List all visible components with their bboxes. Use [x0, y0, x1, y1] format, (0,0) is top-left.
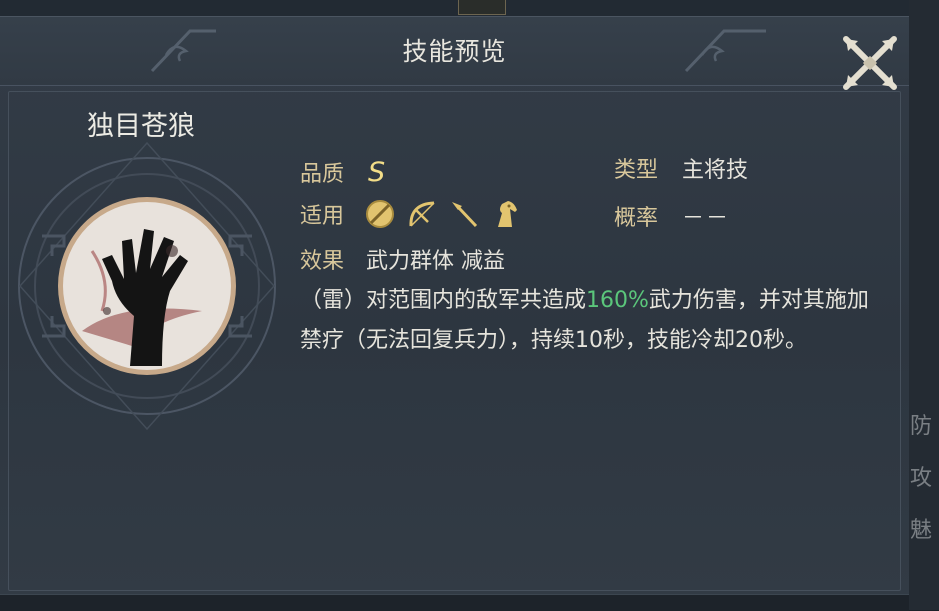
shield-icon — [366, 200, 395, 228]
description-text: （雷）对范围内的敌军共造成 — [300, 288, 587, 313]
close-icon[interactable] — [838, 31, 902, 95]
effect-value: 武力群体 减益 — [366, 249, 506, 274]
background-stat-label: 防 — [910, 414, 933, 439]
spear-icon — [452, 202, 478, 228]
troop-type-icons — [364, 198, 522, 230]
quality-label: 品质 — [300, 162, 345, 187]
bow-icon — [409, 201, 435, 227]
effect-row: 效果 武力群体 减益 — [300, 243, 505, 275]
type-label: 类型 — [614, 158, 659, 183]
dialog-header: 技能预览 — [0, 17, 909, 86]
chance-value: －－ — [682, 206, 731, 231]
quality-row: 品质 S — [300, 156, 385, 188]
type-row: 类型 主将技 — [614, 152, 748, 184]
effect-label: 效果 — [300, 249, 345, 274]
quality-value: S — [368, 156, 386, 188]
dialog-bottom-edge — [0, 594, 909, 611]
apply-row: 适用 — [300, 198, 522, 230]
damage-percent: 160% — [586, 288, 649, 313]
background-stat-label: 攻 — [910, 466, 933, 491]
background-tab — [458, 0, 506, 15]
horse-icon — [498, 201, 518, 227]
type-value: 主将技 — [682, 158, 749, 183]
apply-label: 适用 — [300, 204, 345, 229]
skill-name: 独目苍狼 — [87, 111, 195, 142]
skill-icon — [18, 141, 276, 431]
background-stat-label: 魅 — [910, 518, 933, 543]
chance-row: 概率 －－ — [614, 200, 730, 232]
dialog-title: 技能预览 — [402, 37, 507, 66]
skill-description: （雷）对范围内的敌军共造成160%武力伤害，并对其施加禁疗（无法回复兵力），持续… — [300, 281, 880, 361]
chance-label: 概率 — [614, 206, 659, 231]
